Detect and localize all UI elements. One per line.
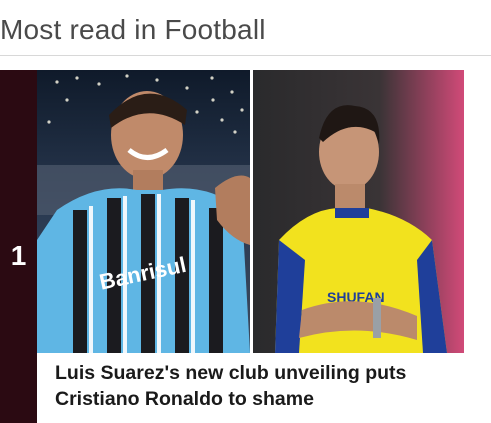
article-image: Banrisul SHUFAN bbox=[37, 70, 464, 353]
most-read-article-card[interactable]: 1 Banrisul SHUFAN Luis Suarez's new club… bbox=[0, 70, 491, 423]
section-divider bbox=[0, 55, 491, 56]
article-thumbnail[interactable]: Banrisul SHUFAN bbox=[37, 70, 464, 353]
rank-number: 1 bbox=[10, 240, 27, 271]
article-headline-link[interactable]: Luis Suarez's new club unveiling puts Cr… bbox=[55, 360, 465, 412]
section-title: Most read in Football bbox=[0, 14, 266, 45]
rank-bar: 1 bbox=[0, 70, 37, 423]
